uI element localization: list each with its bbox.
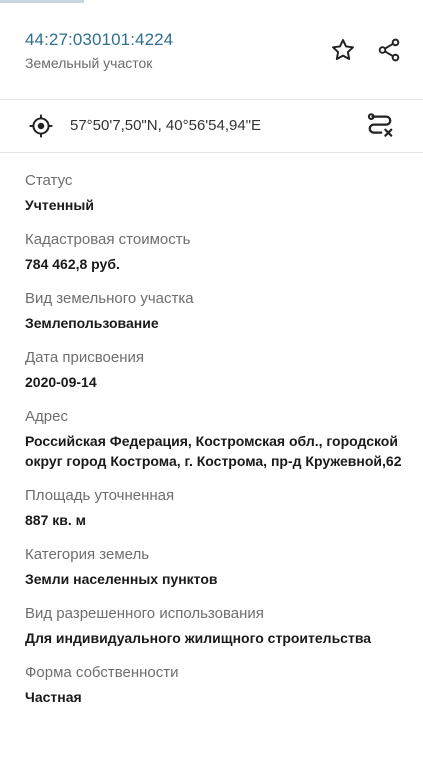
cadastral-number[interactable]: 44:27:030101:4224 xyxy=(25,30,173,50)
share-button[interactable] xyxy=(373,34,405,66)
route-button[interactable] xyxy=(364,110,396,142)
field-value: 784 462,8 руб. xyxy=(25,256,120,272)
field-label: Вид разрешенного использования xyxy=(25,605,264,622)
field-value: Для индивидуального жилищного строительс… xyxy=(25,630,372,646)
field-value: 887 кв. м xyxy=(25,512,86,528)
coordinates-row: 57°50'7,50"N, 40°56'54,94"E xyxy=(0,100,423,152)
header: 44:27:030101:4224 Земельный участок xyxy=(0,0,423,98)
field-label: Адрес xyxy=(25,408,68,425)
field-cadastral-value: Кадастровая стоимость 784 462,8 руб. xyxy=(25,229,405,274)
field-value: 2020-09-14 xyxy=(25,374,97,390)
field-label: Форма собственности xyxy=(25,664,179,681)
divider xyxy=(0,152,423,153)
field-value: Землепользование xyxy=(25,315,159,331)
field-value: Земли населенных пунктов xyxy=(25,571,218,587)
field-ownership: Форма собственности Частная xyxy=(25,662,405,707)
field-label: Вид земельного участка xyxy=(25,290,194,307)
details-list: Статус Учтенный Кадастровая стоимость 78… xyxy=(25,170,405,721)
field-value: Частная xyxy=(25,689,82,705)
field-label: Кадастровая стоимость xyxy=(25,231,191,248)
field-permitted-use: Вид разрешенного использования Для индив… xyxy=(25,603,405,648)
field-label: Статус xyxy=(25,172,73,189)
field-status: Статус Учтенный xyxy=(25,170,405,215)
field-value: Учтенный xyxy=(25,197,94,213)
land-plot-card: 44:27:030101:4224 Земельный участок 57°5… xyxy=(0,0,423,768)
field-land-category: Категория земель Земли населенных пункто… xyxy=(25,544,405,589)
favorite-button[interactable] xyxy=(327,34,359,66)
field-label: Дата присвоения xyxy=(25,349,144,366)
target-icon xyxy=(29,114,53,138)
route-icon xyxy=(367,113,393,137)
field-plot-type: Вид земельного участка Землепользование xyxy=(25,288,405,333)
share-icon xyxy=(378,38,400,62)
coordinates-text[interactable]: 57°50'7,50"N, 40°56'54,94"E xyxy=(70,117,261,134)
locate-button[interactable] xyxy=(25,110,57,142)
star-icon xyxy=(332,39,354,60)
field-value: Российская Федерация, Костромская обл., … xyxy=(25,433,402,469)
field-assignment-date: Дата присвоения 2020-09-14 xyxy=(25,347,405,392)
field-address: Адрес Российская Федерация, Костромская … xyxy=(25,406,405,471)
object-type: Земельный участок xyxy=(25,55,153,71)
field-area: Площадь уточненная 887 кв. м xyxy=(25,485,405,530)
field-label: Категория земель xyxy=(25,546,150,563)
field-label: Площадь уточненная xyxy=(25,487,175,504)
